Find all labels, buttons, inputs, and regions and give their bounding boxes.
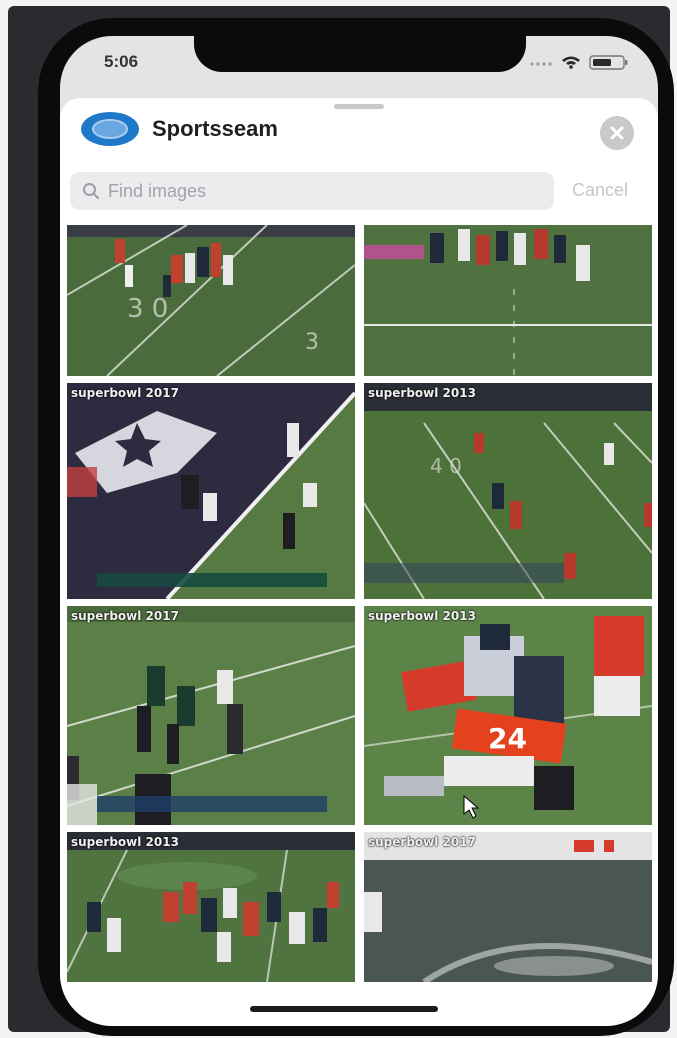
sheet-grabber[interactable] [334,104,384,109]
thumbnail-caption: superbowl 2017 [71,386,179,400]
thumbnail-caption: superbowl 2013 [368,609,476,623]
sportsseam-logo-icon [80,110,140,148]
gallery-thumbnail[interactable] [364,225,652,376]
gallery-thumbnail[interactable]: superbowl 2013 [67,832,355,982]
football-photo: 24 [364,606,652,825]
thumbnail-caption: superbowl 2017 [71,609,179,623]
home-indicator[interactable] [250,1006,438,1012]
svg-text:3: 3 [305,330,319,355]
image-picker-sheet: Sportsseam Cancel 3 0 3 [60,98,658,1026]
thumbnail-caption: superbowl 2013 [368,386,476,400]
football-photo [364,225,652,376]
svg-text:24: 24 [488,722,527,755]
gallery-thumbnail[interactable]: superbowl 2017 [67,606,355,825]
gallery-thumbnail[interactable]: superbowl 2017 [364,832,652,982]
close-button[interactable] [600,116,634,150]
gallery-thumbnail[interactable]: 3 0 3 [67,225,355,376]
svg-text:3 0: 3 0 [127,294,168,324]
wifi-icon [562,56,580,69]
notch [194,36,526,72]
gallery-thumbnail[interactable]: 24 superbowl 2013 [364,606,652,825]
search-icon [83,183,100,200]
battery-icon [589,55,628,70]
search-input[interactable] [108,172,538,210]
football-photo [67,606,355,825]
app-name: Sportsseam [152,116,278,141]
thumbnail-caption: superbowl 2017 [368,835,476,849]
search-bar [70,172,554,210]
status-icons [528,54,632,70]
thumbnail-caption: superbowl 2013 [71,835,179,849]
signal-icon [530,62,552,66]
svg-text:4 0: 4 0 [430,454,462,478]
status-time: 5:06 [104,52,139,71]
cancel-button[interactable]: Cancel [572,180,628,201]
football-photo [364,832,652,982]
gallery-thumbnail[interactable]: 4 0 superbowl 2013 [364,383,652,599]
football-photo: 3 0 3 [67,225,355,376]
close-icon [610,126,624,140]
football-photo [67,832,355,982]
gallery-thumbnail[interactable]: superbowl 2017 [67,383,355,599]
football-photo [67,383,355,599]
football-photo: 4 0 [364,383,652,599]
